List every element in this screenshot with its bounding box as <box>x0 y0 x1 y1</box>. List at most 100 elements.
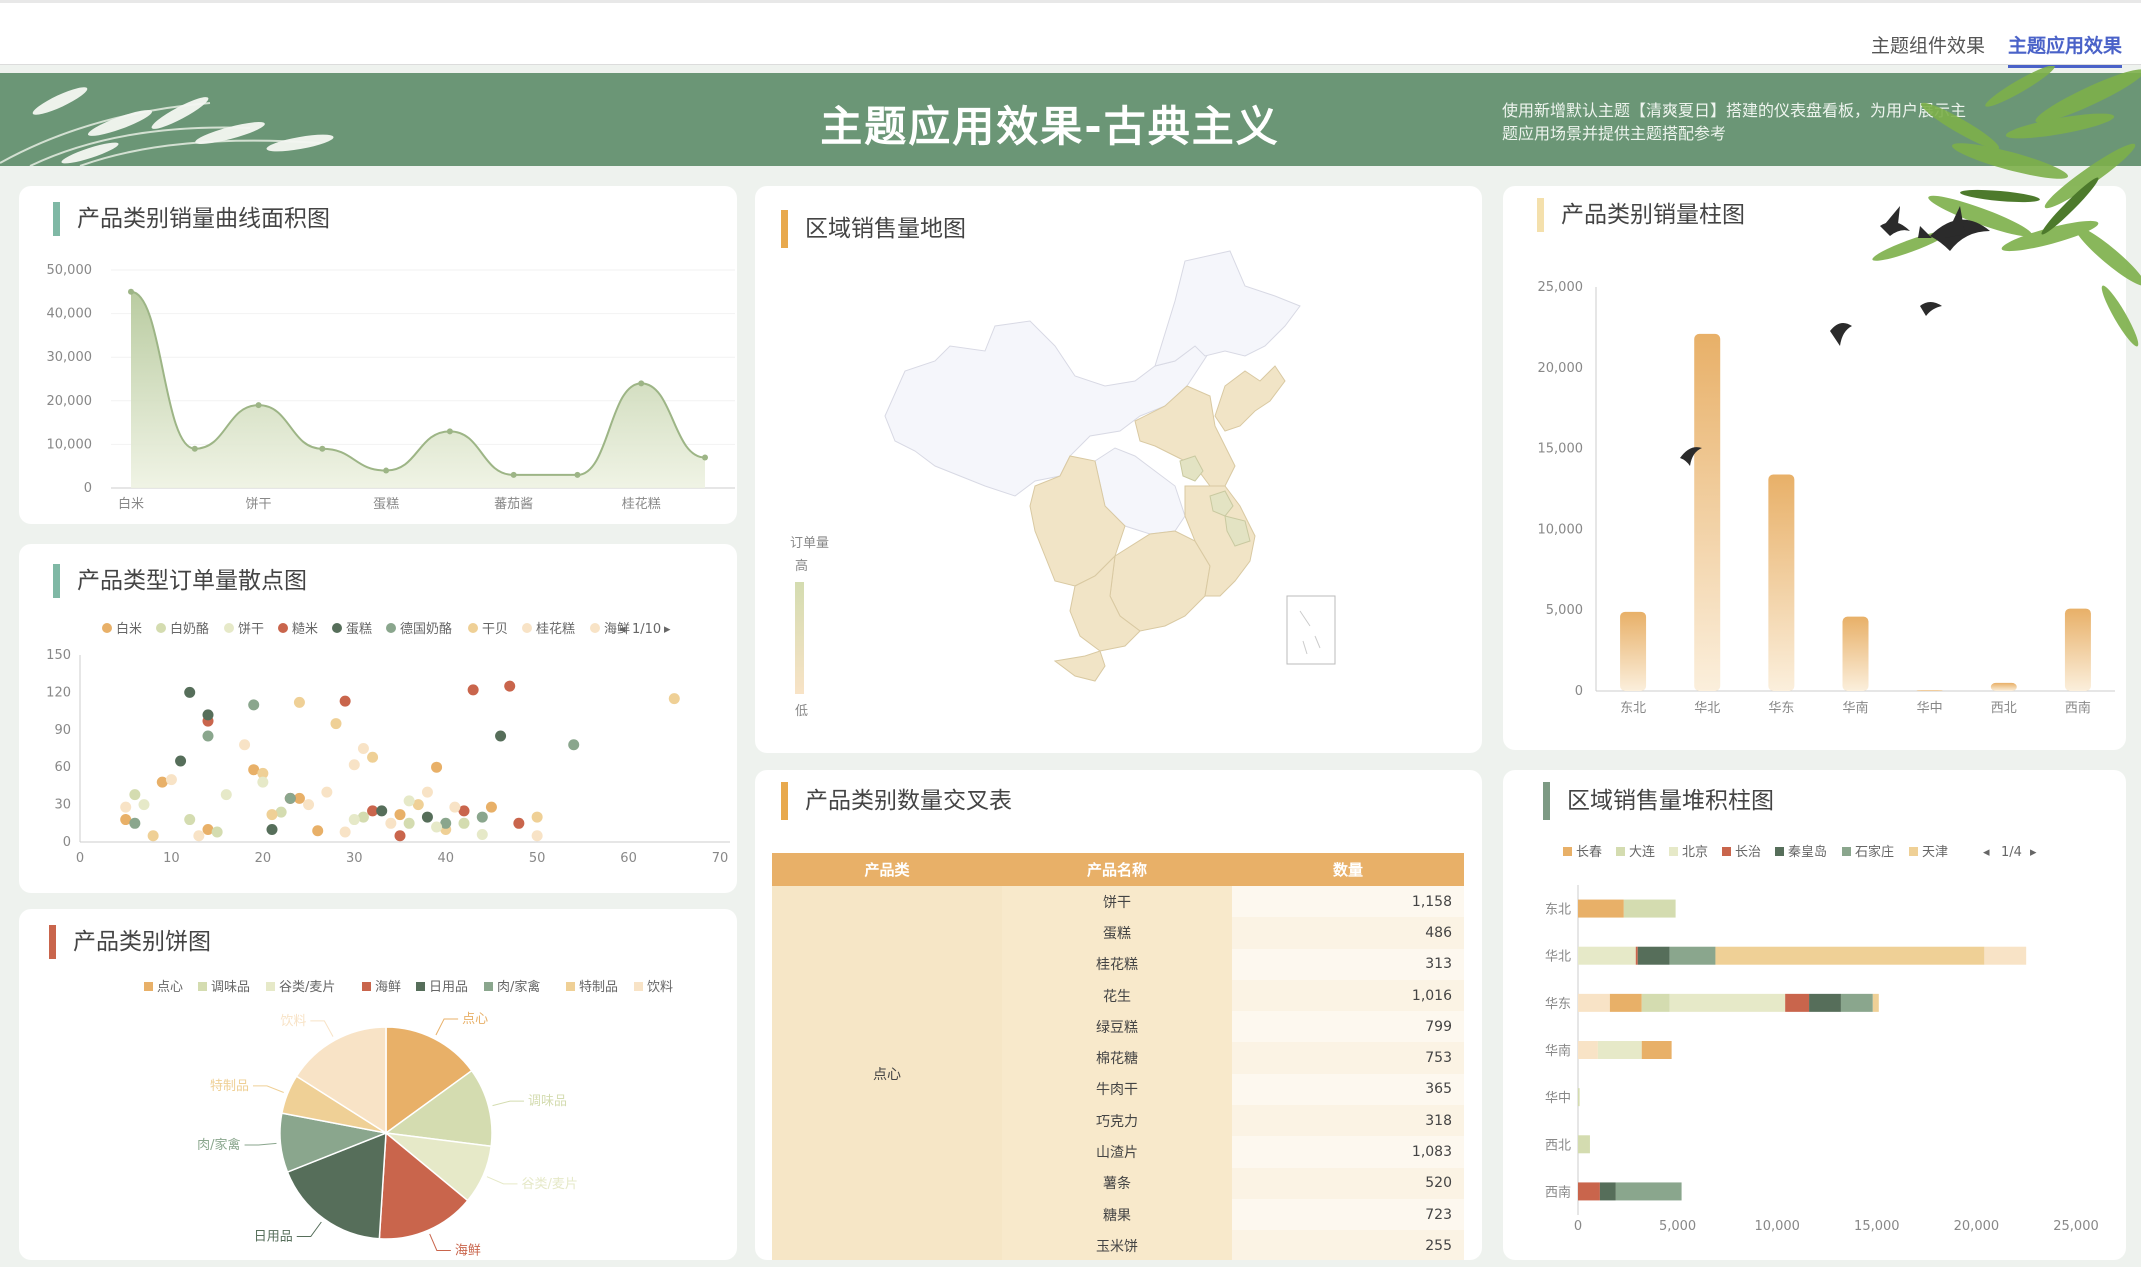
legend-item[interactable]: 饮料 <box>647 980 673 995</box>
stacked-bar-segment[interactable] <box>1623 899 1676 918</box>
legend-marker[interactable] <box>144 982 153 991</box>
stacked-bar-segment[interactable] <box>1578 1041 1598 1059</box>
scatter-point[interactable] <box>403 795 415 807</box>
legend-item[interactable]: 肉/家禽 <box>497 979 540 995</box>
legend-marker[interactable] <box>278 623 288 633</box>
scatter-point[interactable] <box>476 811 488 823</box>
stacked-bar-segment[interactable] <box>1609 993 1642 1012</box>
legend-item[interactable]: 秦皇岛 <box>1788 844 1827 860</box>
bar[interactable] <box>1916 690 1943 692</box>
bar[interactable] <box>1694 333 1721 691</box>
legend-marker[interactable] <box>1722 847 1731 856</box>
stacked-bar-segment[interactable] <box>1599 1182 1616 1201</box>
legend-item[interactable]: 大连 <box>1629 844 1655 860</box>
scatter-point[interactable] <box>239 739 251 751</box>
legend-item[interactable]: 特制品 <box>579 980 618 995</box>
scatter-point[interactable] <box>266 824 278 836</box>
scatter-point[interactable] <box>312 825 324 837</box>
stacked-bar-segment[interactable] <box>1809 993 1841 1012</box>
legend-next-icon[interactable]: ▸ <box>2030 845 2037 860</box>
scatter-point[interactable] <box>147 830 159 842</box>
stacked-bar-segment[interactable] <box>1872 993 1879 1012</box>
scatter-point[interactable] <box>184 686 196 698</box>
bar[interactable] <box>1620 611 1647 691</box>
legend-item[interactable]: 调味品 <box>211 980 250 995</box>
data-point[interactable] <box>574 471 581 478</box>
stacked-bar-segment[interactable] <box>1578 1135 1590 1154</box>
scatter-point[interactable] <box>330 718 342 730</box>
col-header-product[interactable]: 产品名称 <box>1002 853 1232 886</box>
legend-marker[interactable] <box>332 623 342 633</box>
legend-marker[interactable] <box>156 623 166 633</box>
scatter-point[interactable] <box>467 684 479 696</box>
scatter-point[interactable] <box>668 693 680 705</box>
scatter-point[interactable] <box>495 730 507 742</box>
legend-marker[interactable] <box>198 982 207 991</box>
map-legend-gradient[interactable] <box>795 582 804 694</box>
scatter-point[interactable] <box>449 801 461 813</box>
col-header-category[interactable]: 产品类 <box>772 853 1002 886</box>
bar[interactable] <box>1768 474 1795 691</box>
data-point[interactable] <box>191 445 198 452</box>
scatter-point[interactable] <box>138 799 150 811</box>
scatter-point[interactable] <box>284 792 296 804</box>
stacked-bar-segment[interactable] <box>1637 946 1670 965</box>
legend-marker[interactable] <box>468 623 478 633</box>
scatter-point[interactable] <box>129 817 141 829</box>
scatter-point[interactable] <box>266 809 278 821</box>
stacked-bar-segment[interactable] <box>1578 993 1610 1012</box>
legend-marker[interactable] <box>416 982 425 991</box>
legend-item[interactable]: 北京 <box>1682 845 1708 860</box>
col-header-qty[interactable]: 数量 <box>1232 853 1464 886</box>
legend-marker[interactable] <box>1616 847 1625 856</box>
scatter-point[interactable] <box>394 830 406 842</box>
legend-item[interactable]: 长春 <box>1576 845 1602 860</box>
tab-theme-components[interactable]: 主题组件效果 <box>1871 31 1985 58</box>
scatter-point[interactable] <box>485 801 497 813</box>
data-point[interactable] <box>255 402 262 409</box>
scatter-point[interactable] <box>476 829 488 841</box>
stacked-bar-segment[interactable] <box>1785 993 1810 1012</box>
legend-marker[interactable] <box>1842 847 1851 856</box>
scatter-point[interactable] <box>202 730 214 742</box>
scatter-point[interactable] <box>339 695 351 707</box>
scatter-point[interactable] <box>339 826 351 838</box>
legend-item[interactable]: 白奶酪 <box>170 621 209 637</box>
scatter-point[interactable] <box>421 811 433 823</box>
stacked-bar-segment[interactable] <box>1715 946 1985 965</box>
scatter-point[interactable] <box>321 786 333 798</box>
legend-item[interactable]: 海鲜 <box>604 622 630 637</box>
legend-prev-icon[interactable]: ◂ <box>1983 845 1990 860</box>
legend-item[interactable]: 蛋糕 <box>346 622 372 637</box>
stacked-bar-segment[interactable] <box>1840 993 1873 1012</box>
legend-item[interactable]: 点心 <box>157 980 183 995</box>
legend-item[interactable]: 天津 <box>1922 845 1948 860</box>
legend-marker[interactable] <box>522 623 532 633</box>
legend-next-icon[interactable]: ▸ <box>664 622 671 637</box>
legend-marker[interactable] <box>1669 847 1678 856</box>
scatter-point[interactable] <box>348 759 360 771</box>
legend-marker[interactable] <box>266 982 275 991</box>
legend-marker[interactable] <box>224 623 234 633</box>
legend-marker[interactable] <box>386 623 396 633</box>
legend-item[interactable]: 干贝 <box>482 622 508 637</box>
legend-item[interactable]: 日用品 <box>429 980 468 995</box>
scatter-point[interactable] <box>421 786 433 798</box>
scatter-point[interactable] <box>431 821 443 833</box>
legend-marker[interactable] <box>566 982 575 991</box>
scatter-point[interactable] <box>211 826 223 838</box>
scatter-point[interactable] <box>202 709 214 721</box>
legend-marker[interactable] <box>590 623 600 633</box>
legend-item[interactable]: 石家庄 <box>1855 844 1894 860</box>
scatter-point[interactable] <box>403 817 415 829</box>
scatter-point[interactable] <box>531 830 543 842</box>
legend-marker[interactable] <box>1775 847 1784 856</box>
scatter-point[interactable] <box>357 743 369 754</box>
legend-prev-icon[interactable]: ◂ <box>619 622 626 637</box>
scatter-point[interactable] <box>248 699 260 711</box>
legend-marker[interactable] <box>1909 847 1918 856</box>
bar[interactable] <box>1842 616 1869 691</box>
data-point[interactable] <box>383 467 390 474</box>
legend-marker[interactable] <box>102 623 112 633</box>
scatter-point[interactable] <box>458 817 470 829</box>
